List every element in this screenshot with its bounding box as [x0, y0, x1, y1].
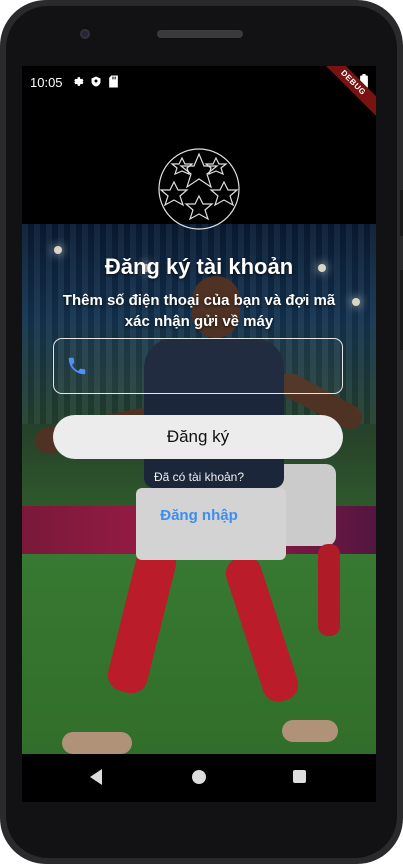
home-icon[interactable] [192, 770, 206, 784]
recents-icon[interactable] [293, 770, 306, 783]
phone-number-field[interactable] [53, 338, 343, 394]
page-subtitle: Thêm số điện thoại của bạn và đợi mã xác… [62, 292, 336, 330]
phone-frame: 10:05 DEBUG Đăng ký tài khoản Thêm số đi… [0, 0, 403, 864]
champions-league-star-ball-icon [158, 148, 240, 230]
phone-number-input[interactable] [94, 339, 338, 394]
back-icon[interactable] [90, 769, 102, 785]
page-title: Đăng ký tài khoản [104, 254, 294, 279]
status-icons-left [71, 75, 119, 88]
earpiece-speaker [157, 30, 243, 38]
sd-card-icon [109, 75, 118, 88]
login-link[interactable]: Đăng nhập [22, 507, 376, 524]
register-button[interactable]: Đăng ký [53, 415, 343, 459]
shield-icon [91, 76, 101, 87]
phone-icon [68, 357, 86, 375]
gear-icon [74, 77, 84, 86]
status-time: 10:05 [30, 75, 63, 90]
navigation-bar [22, 755, 376, 802]
front-camera [80, 29, 90, 39]
app-screen: 10:05 DEBUG Đăng ký tài khoản Thêm số đi… [22, 66, 376, 802]
have-account-text: Đã có tài khoản? [153, 470, 245, 484]
status-bar: 10:05 DEBUG [22, 66, 376, 120]
